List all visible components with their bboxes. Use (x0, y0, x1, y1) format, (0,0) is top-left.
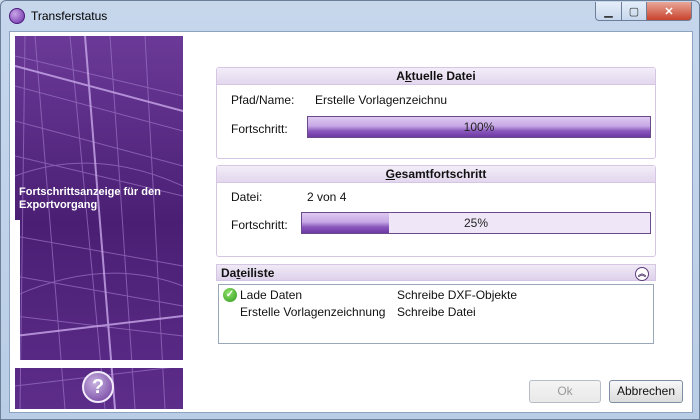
file-list-group: Dateiliste ︽ ✓ Lade Daten Schreibe DXF-O… (216, 264, 656, 344)
file-count-label: Datei: (231, 190, 263, 204)
file-name: Lade Daten (240, 288, 303, 302)
dialog-content: Fortschrittsanzeige für den Exportvorgan… (9, 31, 693, 413)
title-bar[interactable]: Transferstatus ▁ ▢ ✕ (1, 1, 699, 31)
side-panel: Fortschrittsanzeige für den Exportvorgan… (15, 36, 183, 409)
window-title: Transferstatus (31, 9, 108, 23)
file-list[interactable]: ✓ Lade Daten Schreibe DXF-Objekte Erstel… (218, 284, 654, 344)
total-progress-heading: Gesamtfortschritt (217, 166, 655, 183)
check-icon: ✓ (223, 288, 237, 302)
list-item[interactable]: ✓ Lade Daten Schreibe DXF-Objekte (219, 287, 653, 303)
progress-percent: 100% (463, 120, 495, 134)
close-button[interactable]: ✕ (646, 2, 692, 21)
maximize-button[interactable]: ▢ (621, 2, 647, 21)
file-status: Schreibe Datei (397, 305, 476, 319)
progress-percent: 25% (463, 216, 489, 230)
current-file-progress-bar: 100% (307, 116, 651, 138)
minimize-button[interactable]: ▁ (595, 2, 622, 21)
heading-text: esamtfortschritt (394, 167, 487, 181)
help-glyph: ? (91, 375, 105, 398)
file-count-value: 2 von 4 (307, 190, 347, 204)
city-map-illustration (15, 36, 183, 409)
ok-button[interactable]: Ok (529, 380, 601, 403)
total-progress-group: Gesamtfortschritt Datei: 2 von 4 Fortsch… (216, 165, 656, 257)
heading-text: tuelle Datei (411, 69, 476, 83)
collapse-icon[interactable]: ︽ (635, 267, 649, 281)
help-icon[interactable]: ? (82, 371, 114, 403)
total-progress-bar: 25% (301, 212, 651, 234)
current-file-group: Aktuelle Datei Pfad/Name: Erstelle Vorla… (216, 67, 656, 159)
current-file-heading: Aktuelle Datei (217, 68, 655, 85)
cancel-button[interactable]: Abbrechen (609, 380, 683, 403)
list-item[interactable]: Erstelle Vorlagenzeichnung Schreibe Date… (219, 304, 653, 320)
progress-label: Fortschritt: (231, 122, 288, 136)
heading-text: eiliste (240, 266, 275, 280)
file-list-heading: Dateiliste ︽ (216, 264, 656, 281)
minimize-icon: ▁ (604, 5, 613, 18)
heading-accelerator: k (404, 69, 412, 83)
heading-text: A (396, 69, 405, 83)
side-panel-caption: Fortschrittsanzeige für den Exportvorgan… (19, 186, 161, 211)
heading-accelerator: G (385, 167, 395, 181)
close-icon: ✕ (664, 5, 674, 18)
path-value: Erstelle Vorlagenzeichnu (315, 93, 448, 107)
progress-label: Fortschritt: (231, 218, 288, 232)
heading-text: Da (221, 266, 237, 280)
app-icon (9, 8, 25, 24)
path-label: Pfad/Name: (231, 93, 295, 107)
maximize-icon: ▢ (628, 5, 640, 18)
file-status: Schreibe DXF-Objekte (397, 288, 518, 302)
transfer-status-window: Transferstatus ▁ ▢ ✕ Fortschrittsanzeige… (0, 0, 700, 420)
file-name: Erstelle Vorlagenzeichnung (240, 305, 386, 319)
